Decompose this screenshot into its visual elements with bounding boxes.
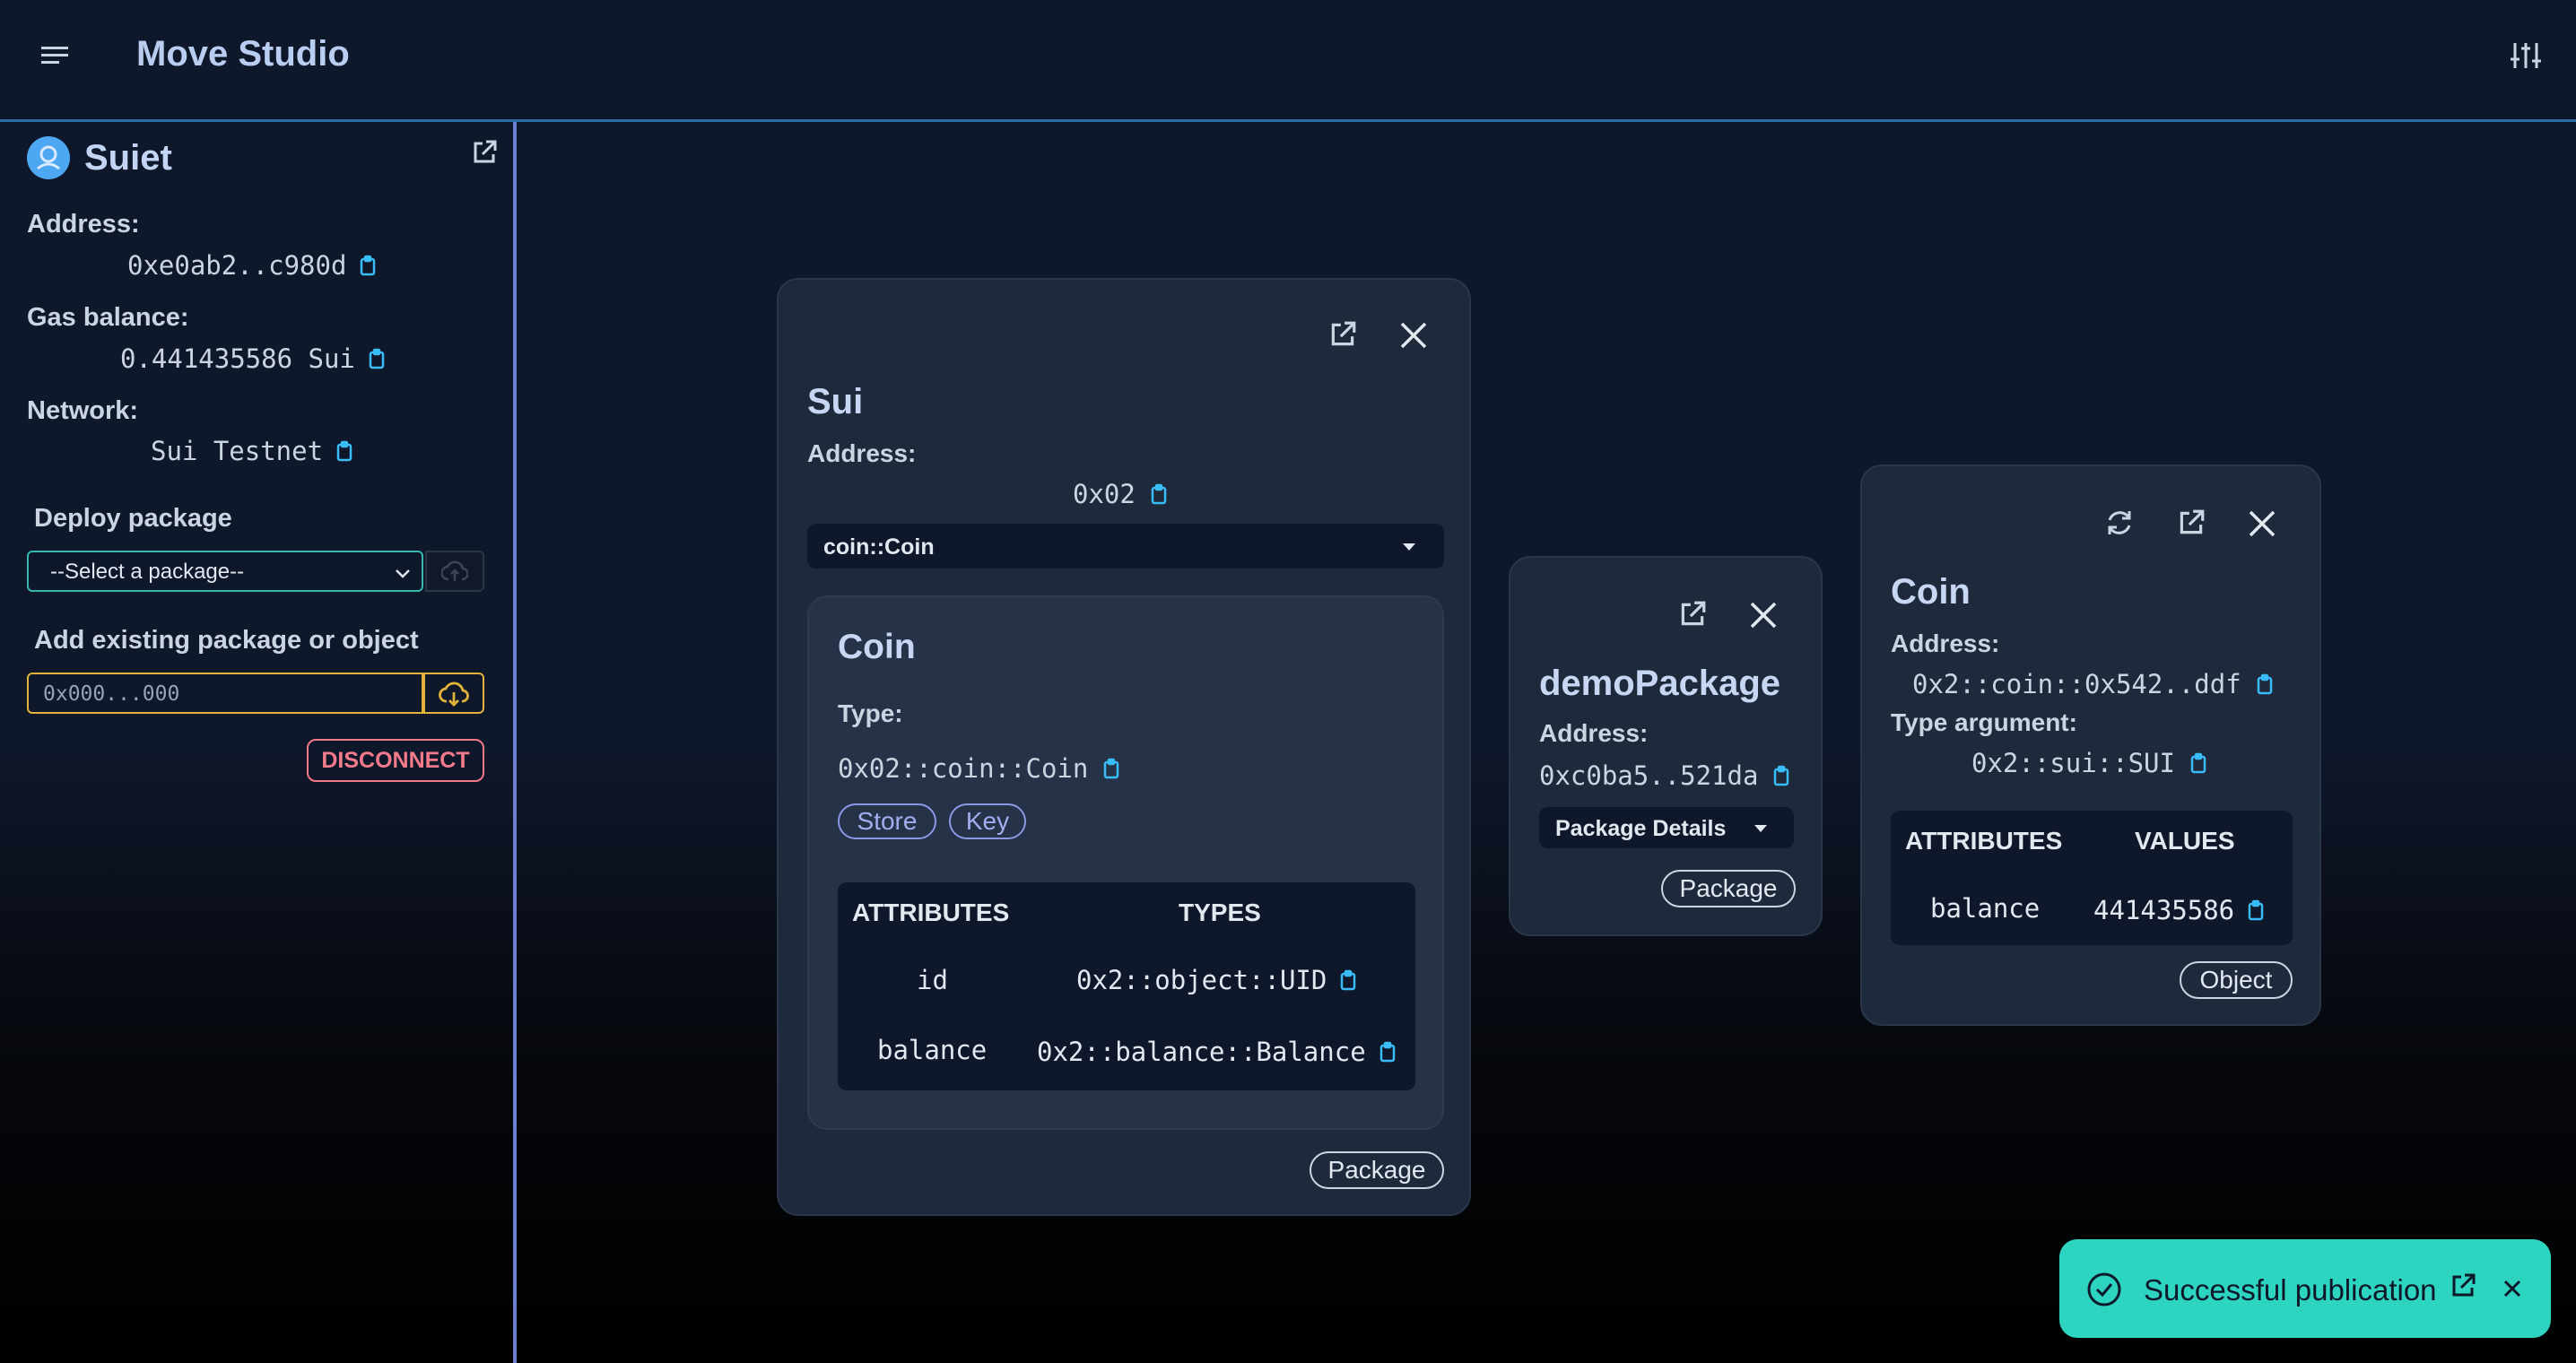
type-label: Type: <box>838 699 903 727</box>
struct-fields-table: ATTRIBUTES TYPES id 0x2::object::UID bal… <box>838 882 1415 1090</box>
external-link-icon[interactable] <box>2176 508 2206 538</box>
card-title: Sui <box>807 382 864 421</box>
network: Sui Testnet <box>151 436 353 466</box>
gas-balance: 0.441435586 Sui <box>120 343 386 374</box>
external-link-icon[interactable] <box>1677 599 1708 629</box>
package-address-value: 0xc0ba5..521da <box>1539 760 1759 791</box>
close-icon[interactable] <box>2248 509 2276 538</box>
column-header-types: TYPES <box>1179 899 1261 926</box>
copy-icon[interactable] <box>368 348 386 369</box>
chevron-down-icon <box>393 563 413 583</box>
package-details-select[interactable]: Package Details <box>1539 807 1794 848</box>
package-select-value: --Select a package-- <box>50 560 245 584</box>
refresh-icon[interactable] <box>2104 508 2135 538</box>
check-circle-icon <box>2086 1272 2122 1307</box>
disconnect-button[interactable]: DISCONNECT <box>307 739 484 782</box>
deploy-upload-button[interactable] <box>425 551 484 592</box>
module-select[interactable]: coin::Coin <box>807 524 1444 569</box>
address-label: Address: <box>27 210 140 239</box>
copy-icon[interactable] <box>2256 673 2274 695</box>
wallet-address-value: 0xe0ab2..c980d <box>127 250 347 281</box>
wallet-name: Suiet <box>84 138 172 178</box>
package-select[interactable]: --Select a package-- <box>27 551 423 592</box>
external-link-icon[interactable] <box>1327 319 1358 350</box>
copy-icon[interactable] <box>1150 483 1168 505</box>
caret-down-icon <box>1401 542 1417 552</box>
object-card-coin: Coin Address: 0x2::coin::0x542..ddf Type… <box>1860 464 2321 1026</box>
package-address: 0x02 <box>1073 479 1168 509</box>
copy-icon[interactable] <box>359 255 377 276</box>
wallet-address: 0xe0ab2..c980d <box>127 250 377 281</box>
ability-tag-store: Store <box>838 803 936 839</box>
gas-balance-value: 0.441435586 Sui <box>120 343 355 374</box>
struct-type-value: 0x02::coin::Coin <box>838 753 1089 784</box>
wallet-logo-icon <box>27 136 70 179</box>
network-value: Sui Testnet <box>151 436 324 466</box>
module-select-value: coin::Coin <box>823 534 935 560</box>
field-name: id <box>917 965 948 995</box>
field-type-value: 0x2::balance::Balance <box>1037 1037 1366 1067</box>
external-link-icon[interactable] <box>470 138 499 167</box>
menu-icon[interactable] <box>39 43 70 68</box>
copy-icon[interactable] <box>2189 752 2207 774</box>
type-argument-value: 0x2::sui::SUI <box>1971 748 2175 778</box>
object-badge: Object <box>2180 961 2293 999</box>
column-header-values: VALUES <box>2135 827 2235 855</box>
gas-label: Gas balance: <box>27 303 189 332</box>
struct-title: Coin <box>838 628 916 666</box>
copy-icon[interactable] <box>2247 899 2265 921</box>
package-badge: Package <box>1661 870 1796 907</box>
field-value: 441435586 <box>2093 895 2265 925</box>
external-link-icon[interactable] <box>2449 1272 2477 1300</box>
app-header: Move Studio <box>0 0 2576 122</box>
object-fields-table: ATTRIBUTES VALUES balance 441435586 <box>1891 811 2293 945</box>
struct-card: Coin Type: 0x02::coin::Coin Store Key AT… <box>807 595 1444 1130</box>
add-object-button[interactable] <box>423 673 484 714</box>
object-address-value: 0x2::coin::0x542..ddf <box>1912 669 2241 699</box>
ability-tag-key: Key <box>949 803 1026 839</box>
copy-icon[interactable] <box>1339 969 1357 991</box>
package-address-value: 0x02 <box>1073 479 1136 509</box>
copy-icon[interactable] <box>1379 1041 1397 1063</box>
address-label: Address: <box>1539 719 1649 747</box>
copy-icon[interactable] <box>1772 765 1790 786</box>
add-existing-title: Add existing package or object <box>34 626 419 655</box>
package-badge: Package <box>1310 1151 1444 1189</box>
field-type: 0x2::object::UID <box>1076 965 1357 995</box>
deploy-package-title: Deploy package <box>34 504 232 533</box>
address-label: Address: <box>1891 629 2000 657</box>
field-name: balance <box>1930 893 2041 924</box>
package-card-sui: Sui Address: 0x02 coin::Coin Coin Type: … <box>777 278 1471 1216</box>
object-address: 0x2::coin::0x542..ddf <box>1912 669 2274 699</box>
column-header-attributes: ATTRIBUTES <box>852 899 1010 926</box>
success-toast: Successful publication <box>2059 1239 2551 1338</box>
card-title: Coin <box>1891 572 1971 612</box>
address-input[interactable]: 0x000...000 <box>27 673 423 714</box>
field-name: balance <box>877 1035 988 1065</box>
field-type-value: 0x2::object::UID <box>1076 965 1327 995</box>
package-address: 0xc0ba5..521da <box>1539 760 1790 791</box>
network-label: Network: <box>27 396 139 425</box>
column-header-attributes: ATTRIBUTES <box>1905 827 2063 855</box>
package-card-demo: demoPackage Address: 0xc0ba5..521da Pack… <box>1509 556 1823 936</box>
tune-icon[interactable] <box>2510 39 2542 72</box>
close-icon[interactable] <box>1749 601 1778 629</box>
type-argument: 0x2::sui::SUI <box>1971 748 2207 778</box>
close-icon[interactable] <box>1399 321 1428 350</box>
field-type: 0x2::balance::Balance <box>1037 1037 1397 1067</box>
type-argument-label: Type argument: <box>1891 708 2077 736</box>
app-title: Move Studio <box>136 34 350 74</box>
toast-message: Successful publication <box>2144 1273 2437 1307</box>
close-icon[interactable] <box>2502 1279 2522 1298</box>
package-details-value: Package Details <box>1555 816 1727 841</box>
copy-icon[interactable] <box>1102 758 1120 779</box>
card-title: demoPackage <box>1539 664 1781 703</box>
copy-icon[interactable] <box>335 440 353 462</box>
struct-type: 0x02::coin::Coin <box>838 753 1120 784</box>
address-label: Address: <box>807 439 917 467</box>
field-value-text: 441435586 <box>2093 895 2235 925</box>
caret-down-icon <box>1753 823 1769 834</box>
